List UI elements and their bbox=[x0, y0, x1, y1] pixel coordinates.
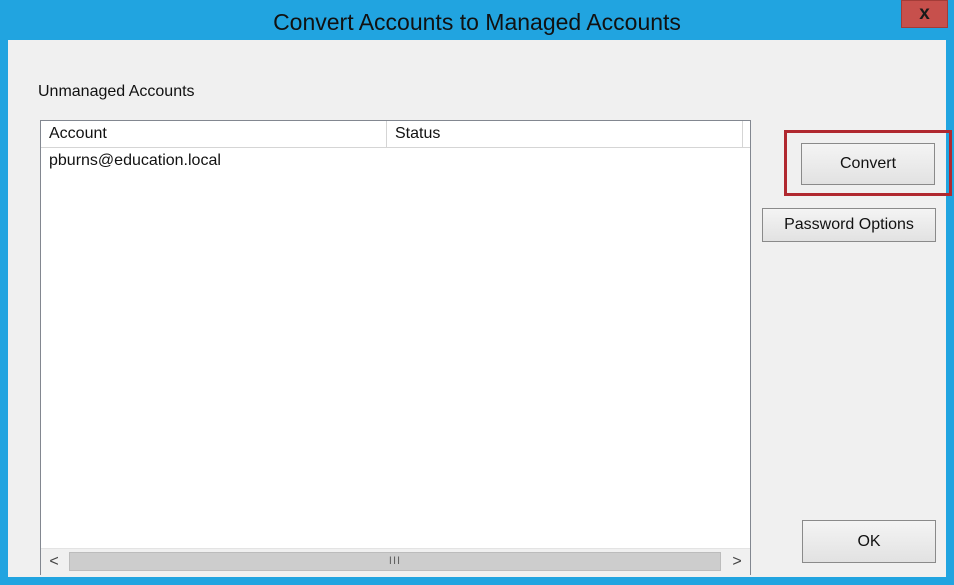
column-divider[interactable] bbox=[742, 121, 743, 147]
column-header-account[interactable]: Account bbox=[41, 121, 386, 147]
dialog-body: Unmanaged Accounts Account Status pburns… bbox=[8, 40, 952, 577]
dialog-window: Convert Accounts to Managed Accounts x U… bbox=[0, 0, 954, 585]
scroll-grip-icon: III bbox=[388, 555, 402, 567]
status-cell bbox=[387, 149, 742, 173]
table-row[interactable]: pburns@education.local bbox=[41, 149, 750, 173]
chevron-right-icon[interactable]: > bbox=[724, 549, 750, 575]
chevron-left-icon[interactable]: < bbox=[41, 549, 67, 575]
highlight-box bbox=[784, 130, 952, 196]
scrollbar-thumb[interactable]: III bbox=[69, 552, 721, 571]
unmanaged-accounts-label: Unmanaged Accounts bbox=[38, 83, 195, 100]
horizontal-scrollbar[interactable]: < III > bbox=[41, 548, 750, 575]
close-button[interactable]: x bbox=[901, 0, 948, 28]
password-options-button[interactable]: Password Options bbox=[762, 208, 936, 242]
ok-button[interactable]: OK bbox=[802, 520, 936, 563]
column-header-status[interactable]: Status bbox=[387, 121, 742, 147]
close-icon: x bbox=[919, 3, 930, 24]
window-title: Convert Accounts to Managed Accounts bbox=[273, 9, 681, 35]
list-header: Account Status bbox=[41, 121, 750, 148]
title-bar[interactable]: Convert Accounts to Managed Accounts x bbox=[0, 0, 954, 40]
accounts-list[interactable]: Account Status pburns@education.local < … bbox=[40, 120, 751, 575]
account-cell: pburns@education.local bbox=[49, 152, 221, 169]
